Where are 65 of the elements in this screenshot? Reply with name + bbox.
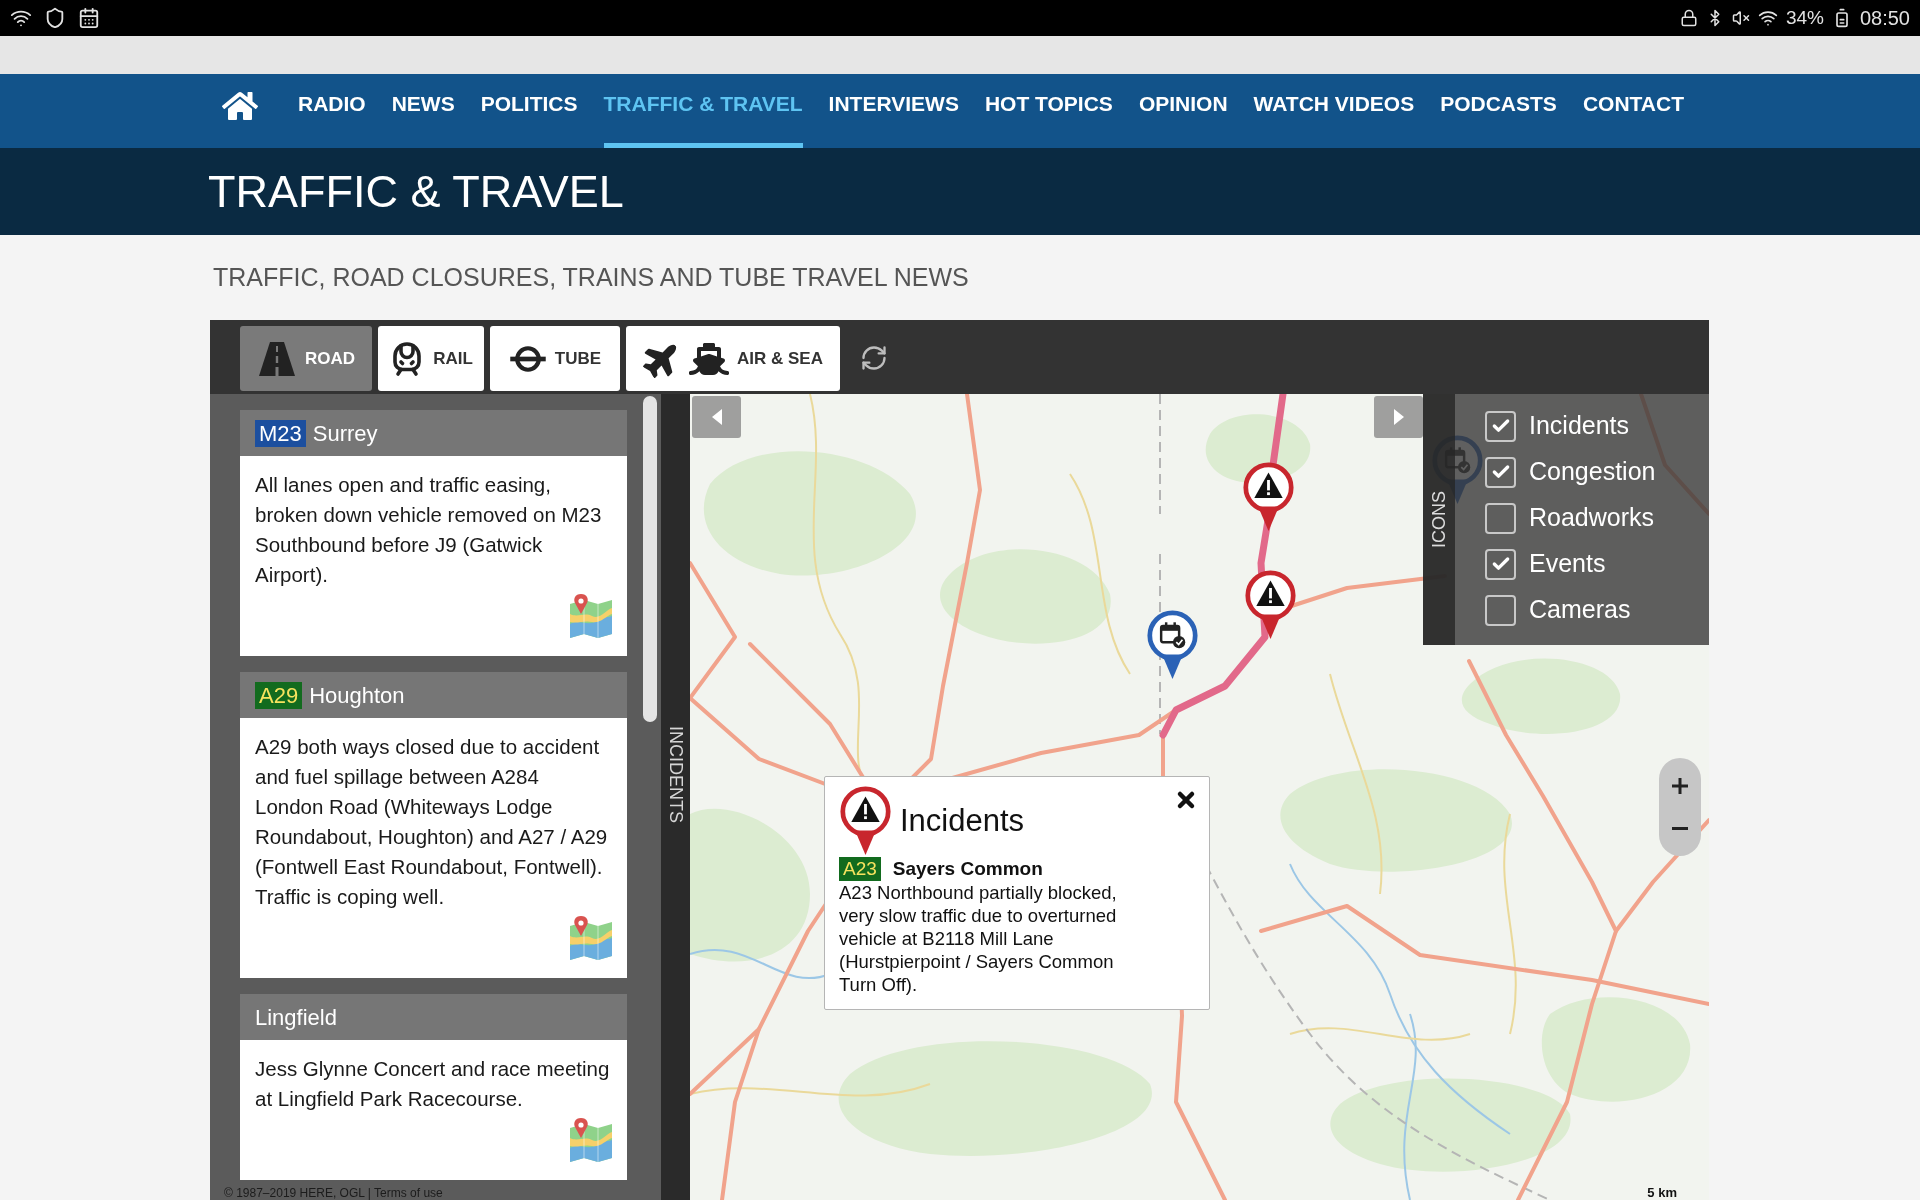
mode-tab[interactable]: TUBE: [490, 326, 620, 391]
map-attribution: © 1987–2019 HERE, OGL | Terms of use: [224, 1186, 443, 1200]
nav-link[interactable]: PODCASTS: [1440, 74, 1557, 148]
scrollbar-thumb[interactable]: [643, 396, 657, 722]
page-subtitle: TRAFFIC, ROAD CLOSURES, TRAINS AND TUBE TRAVEL NEWS: [213, 261, 969, 293]
nav-link[interactable]: WATCH VIDEOS: [1253, 74, 1415, 148]
card-title: Lingfield: [255, 1003, 337, 1032]
incident-description: All lanes open and traffic easing, broken down vehicle removed on M23 Southbound before J9 (Gatwick Airport).: [255, 472, 603, 588]
layer-label[interactable]: Cameras: [1529, 591, 1631, 629]
nav-link[interactable]: NEWS: [391, 74, 455, 148]
checkbox[interactable]: [1485, 456, 1516, 488]
nav-link[interactable]: OPINION: [1138, 74, 1228, 148]
plus-icon: [1672, 777, 1688, 794]
map-icon[interactable]: [570, 594, 612, 638]
popup-description: A23 Northbound partially blocked, very slow traffic due to overturned vehicle at B2118 Mill Lane (Hurstpierpoint / Sayers Common Turn Off).: [839, 881, 1118, 996]
card-title: Houghton: [309, 681, 405, 710]
checkbox[interactable]: [1485, 594, 1516, 626]
road-icon: [256, 341, 297, 376]
nav-link[interactable]: RADIO: [298, 74, 366, 148]
popup-title: Incidents: [900, 801, 1025, 840]
mute-icon: [1731, 9, 1750, 27]
layer-label[interactable]: Events: [1529, 545, 1606, 583]
clock: 08:50: [1859, 6, 1910, 31]
incident-description: Jess Glynne Concert and race meeting at Lingfield Park Racecourse.: [255, 1056, 611, 1112]
roundel-icon: [508, 344, 547, 373]
popup-location: Sayers Common: [892, 856, 1043, 881]
page-title: TRAFFIC & TRAVEL: [208, 169, 624, 214]
layer-label[interactable]: Incidents: [1529, 407, 1630, 445]
mode-tab[interactable]: AIR & SEA: [626, 326, 840, 391]
checkbox[interactable]: [1485, 548, 1516, 580]
road-number-badge: A29: [255, 681, 303, 709]
shield-icon: [44, 7, 66, 29]
incidents-tab[interactable]: INCIDENTS: [661, 394, 690, 1200]
warning-pin-icon[interactable]: [1244, 570, 1297, 640]
card-title: Surrey: [312, 419, 378, 448]
map-icon[interactable]: [570, 916, 612, 960]
incident-description: A29 both ways closed due to accident and fuel spillage between A284 London Road (Whiteways Lodge Roundabout, Houghton) and A27 / A29 (Fontwell East Roundabout, Fontwell). Traffic is coping well.: [255, 734, 609, 910]
battery-percent: 34%: [1785, 5, 1824, 30]
nav-link[interactable]: POLITICS: [480, 74, 578, 148]
layer-label[interactable]: Congestion: [1529, 453, 1656, 491]
mode-tab[interactable]: RAIL: [378, 326, 484, 391]
checkbox[interactable]: [1485, 502, 1516, 534]
caret-right-icon: [1393, 409, 1404, 425]
warning-pin-icon[interactable]: [839, 786, 892, 856]
map-icon[interactable]: [570, 1118, 612, 1162]
road-number-badge: A23: [839, 857, 881, 881]
warning-pin-icon[interactable]: [1242, 462, 1295, 532]
road-number-badge: M23: [255, 419, 306, 447]
nav-link[interactable]: HOT TOPICS: [984, 74, 1113, 148]
scale-label: 5 km: [1647, 1185, 1677, 1200]
nav-link[interactable]: CONTACT: [1582, 74, 1684, 148]
wifi-icon: [1757, 8, 1778, 28]
layer-label[interactable]: Roadworks: [1529, 499, 1655, 537]
caret-left-icon: [711, 409, 722, 425]
minus-icon: [1672, 827, 1688, 830]
mode-tab[interactable]: ROAD: [240, 326, 372, 391]
lock-icon: [1679, 9, 1698, 27]
icons-tab[interactable]: ICONS: [1423, 394, 1455, 645]
refresh-icon[interactable]: [860, 344, 888, 372]
calendar-icon: [78, 7, 100, 29]
checkbox[interactable]: [1485, 410, 1516, 442]
nav-link[interactable]: INTERVIEWS: [828, 74, 959, 148]
pan-right-button[interactable]: [1374, 396, 1423, 438]
calendar-pin-icon[interactable]: [1146, 610, 1199, 680]
pan-left-button[interactable]: [692, 396, 741, 438]
